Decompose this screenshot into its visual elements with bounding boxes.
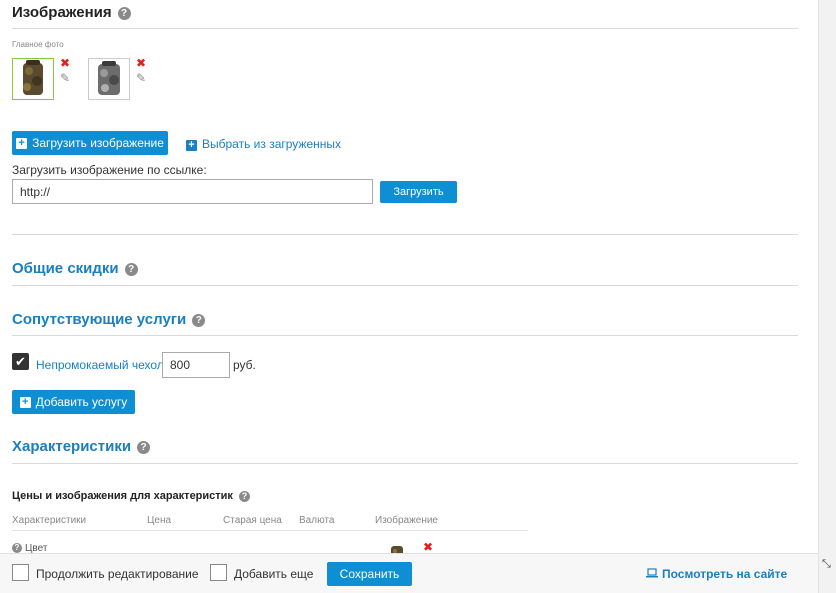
divider bbox=[12, 28, 798, 29]
help-icon[interactable]: ? bbox=[137, 440, 151, 454]
delete-photo-icon[interactable]: ✖ bbox=[423, 540, 433, 554]
product-edit-page: Изображения? Главное фото ✖ ✎ ✖ ✎ + Загру… bbox=[0, 0, 818, 593]
url-upload-button[interactable]: Загрузить bbox=[380, 181, 457, 203]
characteristics-subtitle: Цены и изображения для характеристик? bbox=[12, 490, 250, 502]
url-upload-label: Загрузить изображение по ссылке: bbox=[12, 163, 207, 177]
images-title-text: Изображения bbox=[12, 4, 112, 21]
service-name-link[interactable]: Непромокаемый чехол bbox=[36, 358, 164, 372]
scrollbar[interactable]: ⤡ bbox=[818, 0, 836, 593]
help-icon[interactable]: ? bbox=[238, 490, 250, 502]
characteristics-title-text: Характеристики bbox=[12, 438, 132, 455]
plus-icon: + bbox=[186, 140, 197, 151]
divider bbox=[12, 335, 798, 336]
backpack-camo-icon bbox=[23, 60, 43, 95]
upload-image-button-label: Загрузить изображение bbox=[32, 136, 164, 150]
edit-photo-icon[interactable]: ✎ bbox=[60, 71, 70, 85]
divider bbox=[12, 234, 798, 235]
services-title[interactable]: Сопутствующие услуги? bbox=[12, 311, 206, 328]
table-header-divider bbox=[12, 530, 528, 531]
image-url-input[interactable]: http:// bbox=[12, 179, 373, 204]
image-url-value: http:// bbox=[20, 184, 51, 199]
service-price-value: 800 bbox=[170, 358, 191, 372]
add-service-button[interactable]: + Добавить услугу bbox=[12, 390, 135, 414]
help-icon[interactable]: ? bbox=[12, 543, 22, 554]
characteristics-subtitle-text: Цены и изображения для характеристик bbox=[12, 490, 233, 502]
service-price-input[interactable]: 800 bbox=[162, 352, 230, 378]
divider bbox=[12, 285, 798, 286]
help-icon[interactable]: ? bbox=[117, 6, 131, 20]
divider bbox=[12, 463, 798, 464]
add-more-checkbox[interactable] bbox=[210, 564, 227, 581]
continue-editing-label[interactable]: Продолжить редактирование bbox=[36, 567, 199, 581]
footer-bar: Продолжить редактирование Добавить еще С… bbox=[0, 553, 818, 593]
save-button[interactable]: Сохранить bbox=[327, 562, 412, 586]
delete-photo-icon[interactable]: ✖ bbox=[60, 56, 70, 70]
choose-from-uploaded-label: Выбрать из загруженных bbox=[202, 137, 342, 151]
services-title-text: Сопутствующие услуги bbox=[12, 311, 187, 328]
plus-icon: + bbox=[19, 396, 31, 408]
help-icon[interactable]: ? bbox=[124, 262, 138, 276]
images-title: Изображения? bbox=[12, 4, 131, 21]
choose-from-uploaded-link[interactable]: + Выбрать из загруженных bbox=[186, 137, 341, 151]
delete-photo-icon[interactable]: ✖ bbox=[136, 56, 146, 70]
column-currency: Валюта bbox=[299, 515, 335, 526]
main-photo-label: Главное фото bbox=[12, 40, 64, 49]
service-checkbox[interactable]: ✔ bbox=[12, 353, 29, 370]
laptop-icon bbox=[646, 567, 658, 581]
edit-photo-icon[interactable]: ✎ bbox=[136, 71, 146, 85]
photo-thumbnail[interactable] bbox=[88, 58, 130, 100]
add-more-label[interactable]: Добавить еще bbox=[234, 567, 313, 581]
discounts-title-text: Общие скидки bbox=[12, 260, 119, 277]
column-old-price: Старая цена bbox=[223, 515, 282, 526]
discounts-title[interactable]: Общие скидки? bbox=[12, 260, 138, 277]
collapse-icon[interactable]: ⤡ bbox=[822, 558, 831, 571]
column-price: Цена bbox=[147, 515, 172, 526]
column-image: Изображение bbox=[375, 515, 438, 526]
main-photo-thumbnail[interactable] bbox=[12, 58, 54, 100]
continue-editing-checkbox[interactable] bbox=[12, 564, 29, 581]
upload-image-button[interactable]: + Загрузить изображение bbox=[12, 131, 168, 155]
backpack-gray-camo-icon bbox=[98, 61, 120, 95]
currency-label: руб. bbox=[233, 358, 256, 372]
plus-icon: + bbox=[16, 137, 28, 149]
help-icon[interactable]: ? bbox=[192, 313, 206, 327]
add-service-button-label: Добавить услугу bbox=[35, 395, 128, 409]
view-on-site-label: Посмотреть на сайте bbox=[662, 567, 788, 581]
column-characteristics: Характеристики bbox=[12, 515, 87, 526]
characteristics-title[interactable]: Характеристики? bbox=[12, 438, 151, 455]
view-on-site-link[interactable]: Посмотреть на сайте bbox=[646, 567, 787, 581]
